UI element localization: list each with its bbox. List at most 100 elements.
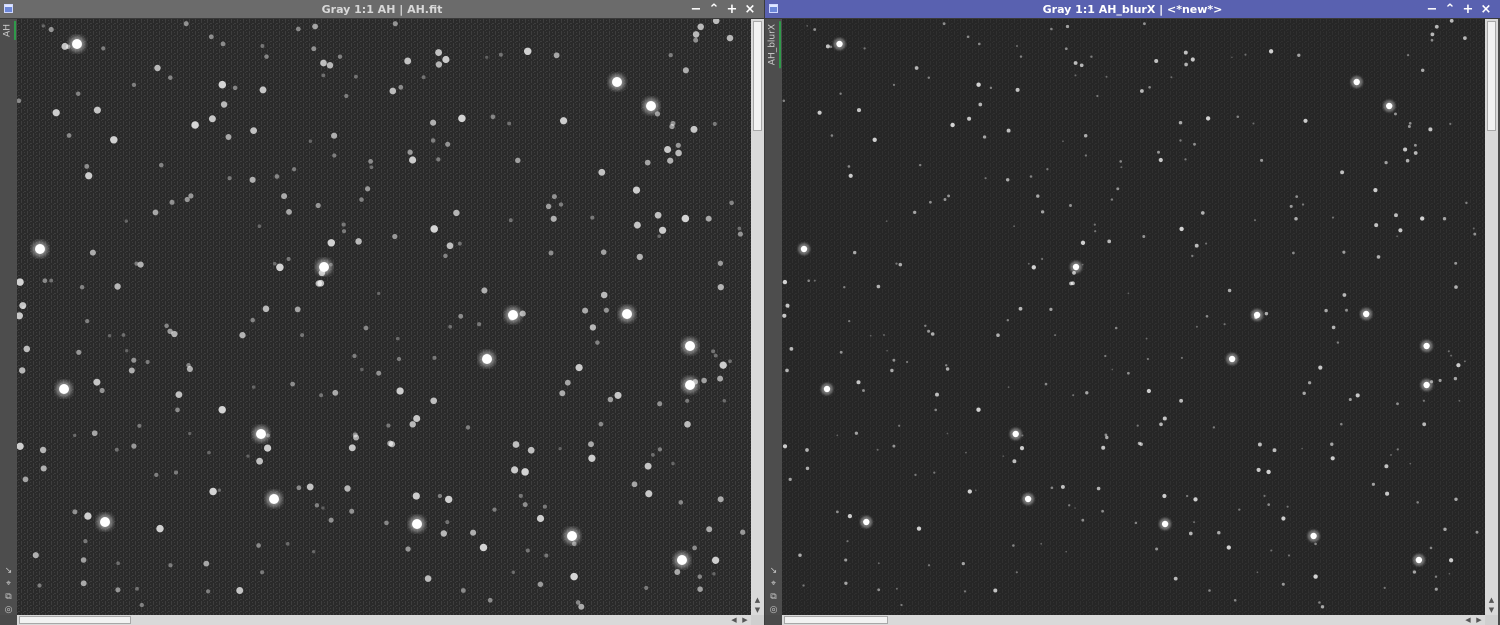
star xyxy=(542,504,547,509)
star xyxy=(492,507,497,512)
star xyxy=(430,397,438,405)
scroll-down-icon[interactable]: ▼ xyxy=(1485,605,1498,615)
crosshair-icon[interactable]: ⌖ xyxy=(768,578,780,589)
horizontal-scroll-thumb[interactable] xyxy=(19,616,131,624)
star xyxy=(588,454,596,462)
star xyxy=(256,457,263,465)
star xyxy=(1336,341,1340,344)
scroll-down-icon[interactable]: ▼ xyxy=(751,605,764,615)
star xyxy=(1154,59,1159,63)
image-canvas-ah[interactable] xyxy=(17,19,751,615)
bright-star xyxy=(72,39,82,49)
star xyxy=(564,379,571,386)
scroll-up-icon[interactable]: ▲ xyxy=(751,595,764,605)
bright-star xyxy=(863,518,870,526)
star xyxy=(1396,235,1398,238)
horizontal-scrollbar[interactable]: ◀ ▶ xyxy=(782,615,1485,625)
star xyxy=(1266,469,1271,475)
window-icon[interactable] xyxy=(4,4,13,13)
window-titlebar[interactable]: Gray 1:1 AH | AH.fit − ⌃ + × xyxy=(0,0,764,19)
star xyxy=(914,66,919,70)
scroll-up-icon[interactable]: ▲ xyxy=(1485,595,1498,605)
star xyxy=(644,585,649,590)
image-window-ah-blurx[interactable]: Gray 1:1 AH_blurX | <*new*> − ⌃ + × AH_b… xyxy=(765,0,1500,625)
horizontal-scrollbar[interactable]: ◀ ▶ xyxy=(17,615,751,625)
star xyxy=(1384,464,1389,469)
close-icon[interactable]: × xyxy=(742,2,758,18)
star xyxy=(1068,504,1071,507)
shade-icon[interactable]: ⌃ xyxy=(1442,2,1458,18)
view-tab-ah-blurx[interactable]: AH_blurX xyxy=(766,21,781,69)
star xyxy=(929,200,932,204)
star xyxy=(1394,213,1398,218)
star-field-image xyxy=(17,19,751,615)
clone-icon[interactable]: ⧉ xyxy=(3,591,15,602)
star xyxy=(1244,53,1247,56)
pin-icon[interactable]: ↘ xyxy=(768,565,780,576)
star xyxy=(1173,576,1178,581)
scroll-right-icon[interactable]: ▶ xyxy=(1474,615,1484,625)
shade-icon[interactable]: ⌃ xyxy=(706,2,722,18)
star xyxy=(1127,292,1130,295)
star xyxy=(1449,122,1452,125)
star xyxy=(286,208,292,215)
image-window-ah[interactable]: Gray 1:1 AH | AH.fit − ⌃ + × AH ↘ ⌖ ⧉ ◎ … xyxy=(0,0,764,625)
scroll-left-icon[interactable]: ◀ xyxy=(1463,615,1473,625)
star-field-image xyxy=(782,19,1485,615)
minimize-icon[interactable]: − xyxy=(688,2,704,18)
star xyxy=(836,434,839,437)
star xyxy=(227,176,232,181)
star xyxy=(386,423,391,428)
vertical-scroll-thumb[interactable] xyxy=(753,21,762,131)
close-icon[interactable]: × xyxy=(1478,2,1494,18)
bright-star xyxy=(1310,532,1317,540)
star xyxy=(445,495,453,504)
star xyxy=(1408,122,1412,125)
star xyxy=(1473,232,1477,236)
star xyxy=(290,381,295,387)
star xyxy=(250,127,258,135)
scroll-right-icon[interactable]: ▶ xyxy=(740,615,750,625)
star xyxy=(1475,530,1479,534)
bright-star xyxy=(622,309,632,319)
star xyxy=(578,603,585,610)
star xyxy=(308,139,313,143)
star xyxy=(1157,150,1160,154)
star xyxy=(1084,154,1088,157)
maximize-icon[interactable]: + xyxy=(1460,2,1476,18)
star xyxy=(137,423,142,428)
star xyxy=(1318,601,1321,604)
star xyxy=(220,101,228,108)
star xyxy=(1324,308,1328,313)
star xyxy=(332,153,337,158)
star xyxy=(251,385,256,389)
minimize-icon[interactable]: − xyxy=(1424,2,1440,18)
view-tab-ah[interactable]: AH xyxy=(1,21,16,40)
crosshair-icon[interactable]: ⌖ xyxy=(3,578,15,589)
bright-star xyxy=(1386,102,1393,110)
window-titlebar[interactable]: Gray 1:1 AH_blurX | <*new*> − ⌃ + × xyxy=(765,0,1500,19)
vertical-scroll-thumb[interactable] xyxy=(1487,21,1496,131)
star xyxy=(697,23,704,31)
star xyxy=(457,241,462,246)
star xyxy=(1205,314,1209,318)
star xyxy=(598,421,604,427)
vertical-scrollbar[interactable]: ▲ ▼ xyxy=(751,19,764,615)
preview-icon[interactable]: ◎ xyxy=(3,604,15,615)
pin-icon[interactable]: ↘ xyxy=(3,565,15,576)
vertical-scrollbar[interactable]: ▲ ▼ xyxy=(1485,19,1498,615)
clone-icon[interactable]: ⧉ xyxy=(768,591,780,602)
star xyxy=(1384,160,1388,165)
star xyxy=(1301,203,1305,206)
maximize-icon[interactable]: + xyxy=(724,2,740,18)
image-canvas-ah-blurx[interactable] xyxy=(782,19,1485,615)
scroll-left-icon[interactable]: ◀ xyxy=(729,615,739,625)
star xyxy=(139,602,144,608)
horizontal-scroll-thumb[interactable] xyxy=(784,616,888,624)
star xyxy=(527,446,535,454)
preview-icon[interactable]: ◎ xyxy=(768,604,780,615)
star xyxy=(892,83,896,87)
window-icon[interactable] xyxy=(769,4,778,13)
star xyxy=(272,261,277,266)
star xyxy=(344,485,351,492)
